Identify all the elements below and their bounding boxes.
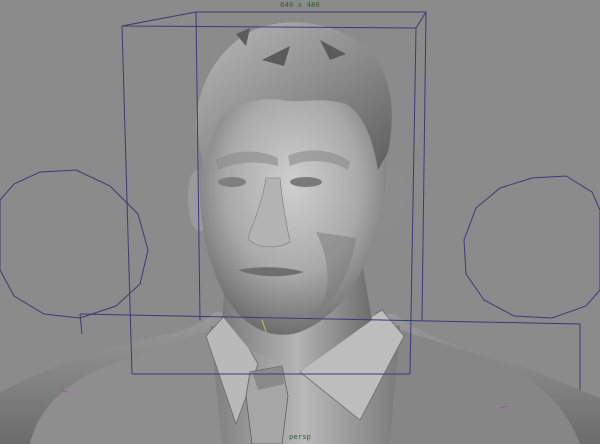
- resolution-gate-label: 640 x 480: [280, 1, 320, 9]
- maya-3d-viewport[interactable]: 640 x 480 persp: [0, 0, 600, 444]
- mesh-eye-right[interactable]: [290, 177, 322, 187]
- wire-circle-left[interactable]: [0, 169, 149, 319]
- camera-name-label: persp: [288, 433, 312, 441]
- scene-canvas[interactable]: [0, 0, 600, 444]
- mesh-eye-left[interactable]: [218, 177, 246, 187]
- wire-circle-right[interactable]: [463, 175, 600, 319]
